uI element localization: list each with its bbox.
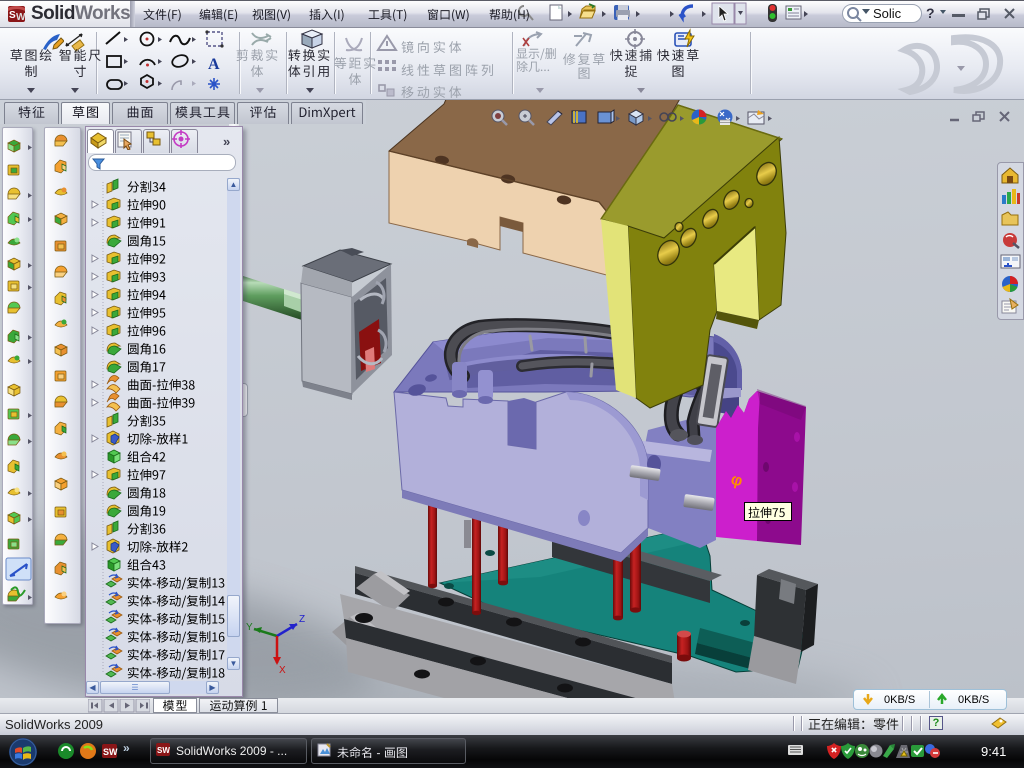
svg-text:SW: SW <box>103 747 118 757</box>
svg-text:SW: SW <box>157 746 170 755</box>
svg-text:»: » <box>123 742 130 755</box>
svg-text:X: X <box>279 665 286 676</box>
svg-text:Z: Z <box>299 614 305 625</box>
